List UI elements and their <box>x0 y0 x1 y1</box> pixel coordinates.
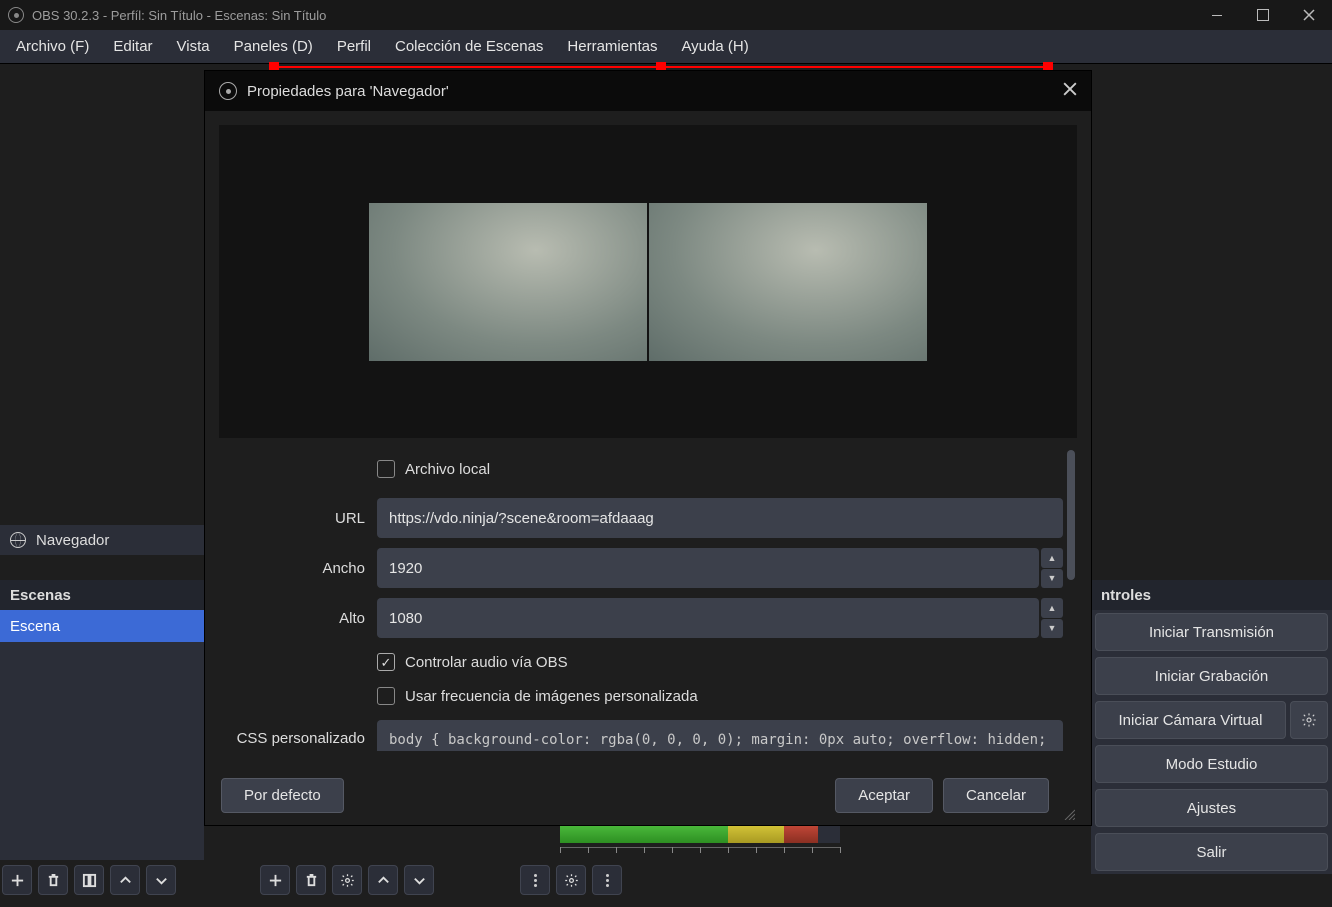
preview-feed-right <box>649 203 927 361</box>
menu-ayuda[interactable]: Ayuda (H) <box>669 32 760 61</box>
local-file-label: Archivo local <box>405 461 490 478</box>
url-label: URL <box>219 510 377 527</box>
scenes-panel-title: Escenas <box>0 580 204 610</box>
menu-herramientas[interactable]: Herramientas <box>555 32 669 61</box>
custom-css-label: CSS personalizado <box>219 720 377 747</box>
window-controls <box>1194 0 1332 30</box>
checkbox-checked-icon <box>377 653 395 671</box>
controls-panel: ntroles Iniciar Transmisión Iniciar Grab… <box>1091 580 1332 874</box>
dialog-close-button[interactable] <box>1063 82 1077 100</box>
scene-down-button[interactable] <box>146 865 176 895</box>
control-audio-checkbox[interactable]: Controlar audio vía OBS <box>377 653 1063 671</box>
mixer-extra-button[interactable] <box>592 865 622 895</box>
audio-meter <box>560 823 840 857</box>
add-scene-button[interactable] <box>2 865 32 895</box>
local-file-checkbox[interactable]: Archivo local <box>377 460 1063 478</box>
scene-up-button[interactable] <box>110 865 140 895</box>
add-source-button[interactable] <box>260 865 290 895</box>
width-input[interactable] <box>377 548 1039 588</box>
scene-label: Escena <box>10 618 60 635</box>
source-settings-button[interactable] <box>332 865 362 895</box>
accept-button[interactable]: Aceptar <box>835 778 933 813</box>
checkbox-icon <box>377 460 395 478</box>
url-input[interactable] <box>377 498 1063 538</box>
maximize-button[interactable] <box>1240 0 1286 30</box>
start-record-button[interactable]: Iniciar Grabación <box>1095 657 1328 695</box>
settings-button[interactable]: Ajustes <box>1095 789 1328 827</box>
controls-panel-title: ntroles <box>1091 580 1332 610</box>
remove-scene-button[interactable] <box>38 865 68 895</box>
defaults-button[interactable]: Por defecto <box>221 778 344 813</box>
height-label: Alto <box>219 610 377 627</box>
exit-button[interactable]: Salir <box>1095 833 1328 871</box>
remove-source-button[interactable] <box>296 865 326 895</box>
virtual-cam-button[interactable]: Iniciar Cámara Virtual <box>1095 701 1286 739</box>
menu-bar: Archivo (F) Editar Vista Paneles (D) Per… <box>0 30 1332 64</box>
dialog-titlebar: Propiedades para 'Navegador' <box>205 71 1091 111</box>
properties-form: Archivo local URL Ancho ▲ <box>219 450 1077 751</box>
menu-perfil[interactable]: Perfil <box>325 32 383 61</box>
checkbox-icon <box>377 687 395 705</box>
width-label: Ancho <box>219 560 377 577</box>
cancel-button[interactable]: Cancelar <box>943 778 1049 813</box>
start-stream-button[interactable]: Iniciar Transmisión <box>1095 613 1328 651</box>
minimize-button[interactable] <box>1194 0 1240 30</box>
dialog-footer: Por defecto Aceptar Cancelar <box>205 765 1091 825</box>
close-window-button[interactable] <box>1286 0 1332 30</box>
width-spin-down[interactable]: ▼ <box>1041 569 1063 589</box>
preview-feed-left <box>369 203 647 361</box>
mixer-toolbar <box>520 863 622 897</box>
sources-toolbar <box>260 863 434 897</box>
mixer-settings-button[interactable] <box>556 865 586 895</box>
window-title: OBS 30.2.3 - Perfíl: Sin Título - Escena… <box>32 8 326 23</box>
scenes-panel: Escenas Escena <box>0 580 204 860</box>
source-label: Navegador <box>36 532 109 549</box>
title-bar: OBS 30.2.3 - Perfíl: Sin Título - Escena… <box>0 0 1332 30</box>
height-input[interactable] <box>377 598 1039 638</box>
resize-grip-icon[interactable] <box>1063 807 1075 819</box>
menu-archivo[interactable]: Archivo (F) <box>4 32 101 61</box>
custom-css-textarea[interactable] <box>377 720 1063 751</box>
studio-mode-button[interactable]: Modo Estudio <box>1095 745 1328 783</box>
properties-dialog: Propiedades para 'Navegador' Archivo loc… <box>204 70 1092 826</box>
obs-dialog-icon <box>219 82 237 100</box>
scenes-toolbar <box>2 863 176 897</box>
source-down-button[interactable] <box>404 865 434 895</box>
menu-paneles[interactable]: Paneles (D) <box>222 32 325 61</box>
scene-item[interactable]: Escena <box>0 610 204 642</box>
menu-coleccion[interactable]: Colección de Escenas <box>383 32 555 61</box>
obs-app-icon <box>8 7 24 23</box>
height-spin-down[interactable]: ▼ <box>1041 619 1063 639</box>
dialog-title-text: Propiedades para 'Navegador' <box>247 83 449 100</box>
form-scrollbar[interactable] <box>1067 450 1075 580</box>
width-spin-up[interactable]: ▲ <box>1041 548 1063 568</box>
virtual-cam-settings-button[interactable] <box>1290 701 1328 739</box>
browser-source-icon <box>10 532 26 548</box>
control-audio-label: Controlar audio vía OBS <box>405 654 568 671</box>
scene-filters-button[interactable] <box>74 865 104 895</box>
source-preview <box>219 125 1077 438</box>
menu-vista[interactable]: Vista <box>165 32 222 61</box>
mixer-menu-button[interactable] <box>520 865 550 895</box>
custom-fps-checkbox[interactable]: Usar frecuencia de imágenes personalizad… <box>377 687 1063 705</box>
menu-editar[interactable]: Editar <box>101 32 164 61</box>
custom-fps-label: Usar frecuencia de imágenes personalizad… <box>405 688 698 705</box>
source-up-button[interactable] <box>368 865 398 895</box>
height-spin-up[interactable]: ▲ <box>1041 598 1063 618</box>
